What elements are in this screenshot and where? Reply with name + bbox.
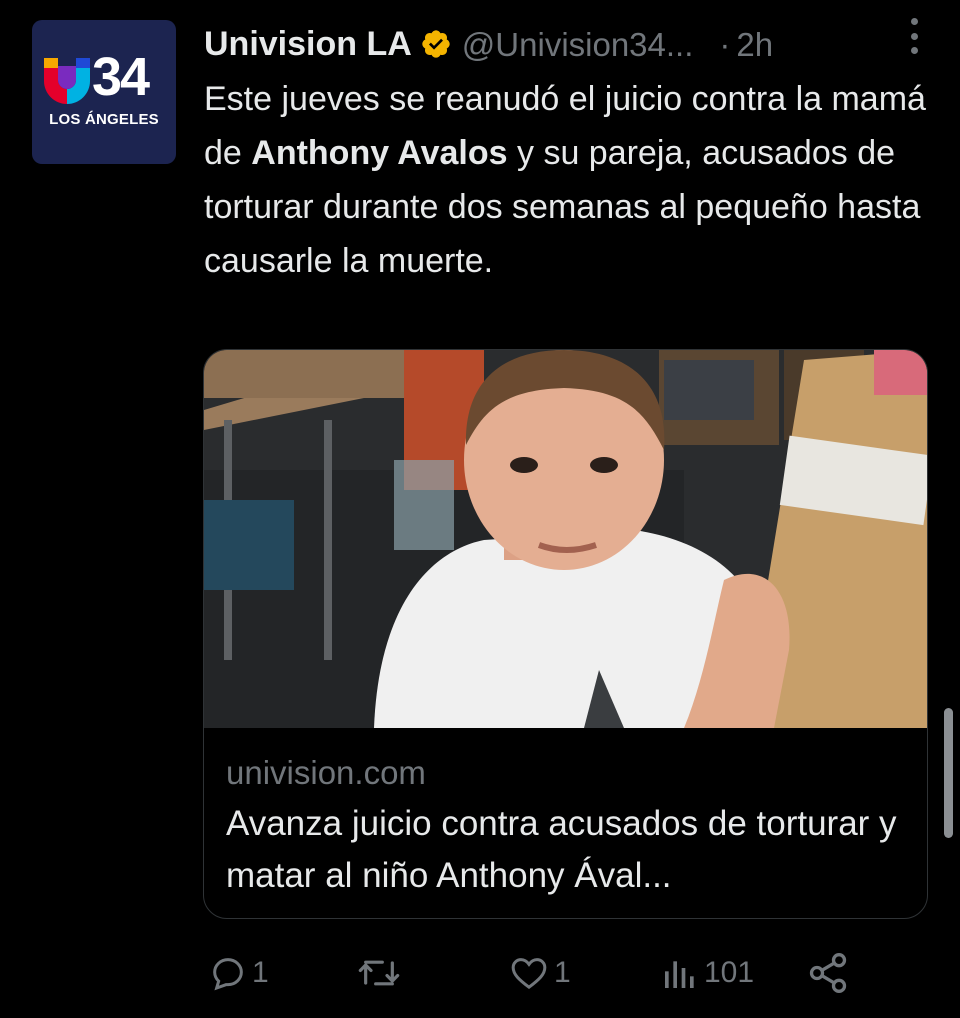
retweet-button[interactable] <box>356 945 406 1001</box>
share-button[interactable] <box>806 945 850 1001</box>
tweet-actions: 1 1 101 <box>0 945 960 1001</box>
avatar[interactable]: 34 LOS ÁNGELES <box>32 20 176 164</box>
avatar-logo-subtitle: LOS ÁNGELES <box>49 111 159 128</box>
share-icon <box>809 953 847 993</box>
univision-logo-icon <box>44 58 90 104</box>
user-handle[interactable]: @Univision34... <box>462 28 694 61</box>
avatar-logo-number: 34 <box>92 47 150 107</box>
retweet-icon <box>358 960 400 986</box>
timestamp[interactable]: 2h <box>736 28 773 61</box>
link-card[interactable]: univision.com Avanza juicio contra acusa… <box>203 349 928 919</box>
like-button[interactable]: 1 <box>508 945 571 1001</box>
separator-dot: · <box>719 25 731 63</box>
card-domain: univision.com <box>226 754 426 791</box>
reply-button[interactable]: 1 <box>208 945 269 1001</box>
display-name[interactable]: Univision LA <box>204 27 412 61</box>
views-button[interactable]: 101 <box>660 945 754 1001</box>
tweet-header: Univision LA @Univision34... · 2h <box>204 22 944 66</box>
tweet-text-bold: Anthony Avalos <box>251 134 508 172</box>
verified-badge-icon <box>422 30 450 58</box>
scrollbar-thumb[interactable] <box>944 708 953 838</box>
card-image <box>204 350 927 728</box>
views-chart-icon <box>665 961 694 988</box>
heart-icon <box>511 958 547 990</box>
reply-icon <box>213 958 243 991</box>
tweet[interactable]: 34 LOS ÁNGELES Univision LA @Univision34… <box>0 0 960 1018</box>
tweet-text: Este jueves se reanudó el juicio contra … <box>204 72 934 288</box>
card-title[interactable]: Avanza juicio contra acusados de tortura… <box>226 798 916 902</box>
views-count: 101 <box>704 956 755 989</box>
more-options-icon[interactable] <box>904 16 924 56</box>
like-count: 1 <box>554 956 571 989</box>
reply-count: 1 <box>252 956 269 989</box>
